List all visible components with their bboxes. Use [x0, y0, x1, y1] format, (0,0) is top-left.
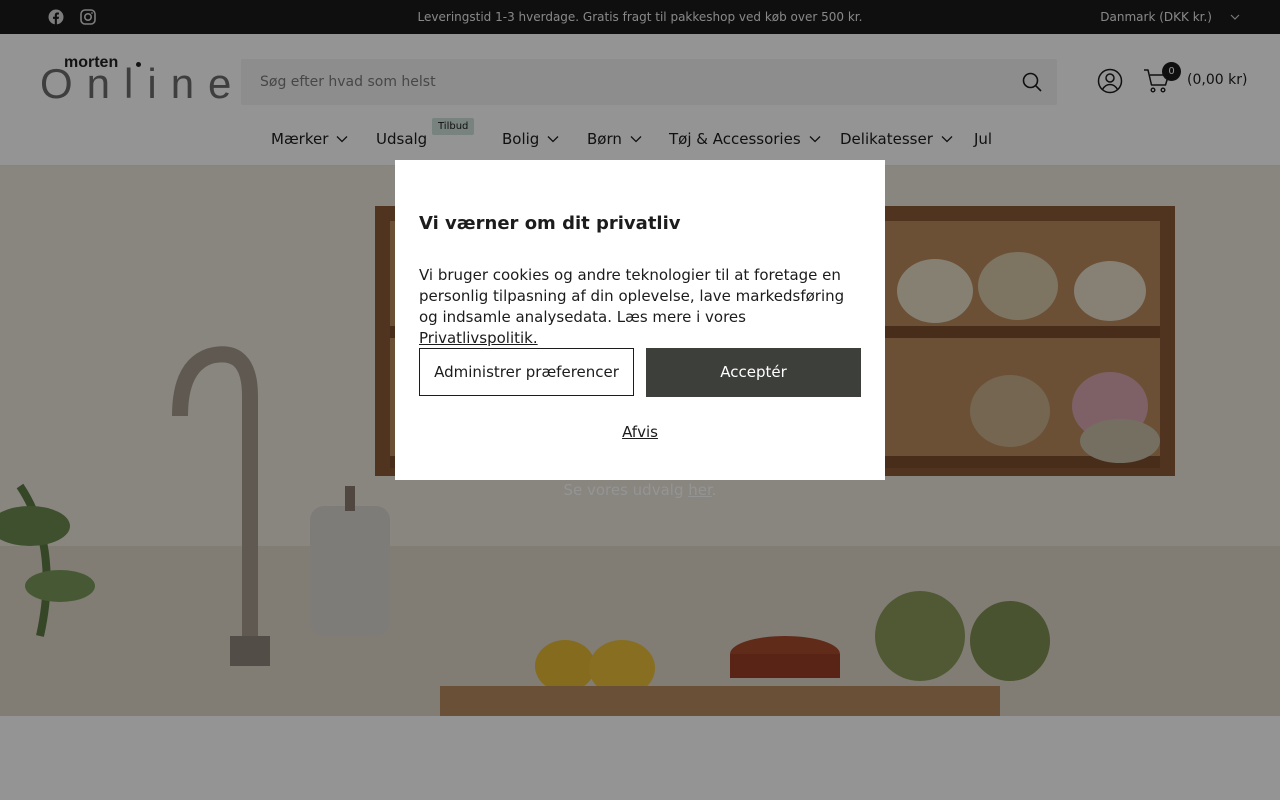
manage-preferences-button[interactable]: Administrer præferencer: [419, 348, 634, 396]
cookie-dialog-title: Vi værner om dit privatliv: [419, 213, 681, 234]
cookie-dialog-text: Vi bruger cookies og andre teknologier t…: [419, 266, 845, 326]
reject-button-wrap: Afvis: [395, 423, 885, 441]
privacy-policy-link[interactable]: Privatlivspolitik.: [419, 329, 538, 347]
cookie-dialog-body: Vi bruger cookies og andre teknologier t…: [419, 265, 849, 349]
accept-button[interactable]: Acceptér: [646, 348, 861, 397]
reject-button[interactable]: Afvis: [622, 423, 658, 441]
cookie-consent-dialog: Vi værner om dit privatliv Vi bruger coo…: [395, 160, 885, 480]
